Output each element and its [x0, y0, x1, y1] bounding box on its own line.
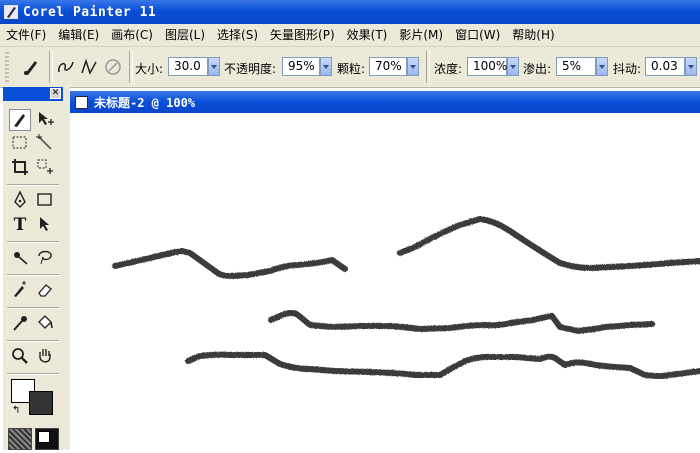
menu-help[interactable]: 帮助(H) [506, 25, 560, 45]
jitter-field[interactable]: 0.03 [645, 57, 685, 76]
freehand-stroke-icon[interactable] [55, 56, 77, 78]
jitter-dropdown[interactable] [685, 57, 697, 76]
opacity-field[interactable]: 95% [282, 57, 320, 76]
size-label: 大小: [135, 62, 164, 76]
jitter-label: 抖动: [613, 62, 642, 76]
menu-shapes[interactable]: 矢量图形(P) [264, 25, 341, 45]
property-bar: 大小: 30.0 不透明度: 95% 颗粒: 70% 浓度: 100% 渗出: … [0, 47, 700, 88]
move-icon[interactable] [34, 109, 56, 131]
menu-select[interactable]: 选择(S) [211, 25, 264, 45]
grabber-hand-icon[interactable] [34, 346, 56, 368]
transform-icon[interactable] [34, 157, 56, 179]
bleed-label: 渗出: [523, 62, 552, 76]
stroke-line-1 [112, 248, 348, 279]
stroke-line-2 [397, 216, 700, 271]
size-dropdown[interactable] [208, 57, 220, 76]
title-bar: Corel Painter 11 [0, 0, 700, 24]
stroke-line-4 [185, 351, 700, 379]
magic-wand-icon[interactable] [34, 133, 56, 155]
brush-icon[interactable] [20, 56, 42, 78]
menu-effects[interactable]: 效果(T) [341, 25, 394, 45]
rectangle-icon[interactable] [34, 190, 56, 212]
stroke-line-3 [268, 310, 655, 334]
magnifier-icon[interactable] [9, 346, 31, 368]
straight-line-stroke-icon[interactable] [78, 56, 100, 78]
toolbox-panel: ✕ T ↰ [3, 87, 64, 450]
menu-edit[interactable]: 编辑(E) [52, 25, 105, 45]
concentration-field[interactable]: 100% [467, 57, 507, 76]
opacity-dropdown[interactable] [320, 57, 332, 76]
grain-field[interactable]: 70% [369, 57, 407, 76]
document-icon [75, 95, 88, 109]
paint-bucket-icon[interactable] [34, 313, 56, 335]
menu-movie[interactable]: 影片(M) [393, 25, 449, 45]
cloner-icon[interactable] [9, 280, 31, 302]
dropper-line-icon[interactable] [9, 247, 31, 269]
brush-icon[interactable] [9, 109, 31, 131]
brush-icon [4, 5, 18, 19]
swap-colors-icon[interactable]: ↰ [12, 405, 20, 416]
grain-label: 颗粒: [337, 62, 366, 76]
eraser-icon[interactable] [34, 280, 56, 302]
paper-texture-icon[interactable] [8, 428, 32, 450]
eyedropper-icon[interactable] [9, 313, 31, 335]
brush-strokes [112, 216, 700, 379]
text-icon[interactable]: T [9, 214, 31, 236]
selection-adjust-icon[interactable] [34, 214, 56, 236]
grain-dropdown[interactable] [407, 57, 419, 76]
toolbar-grip[interactable] [5, 52, 9, 82]
menu-layers[interactable]: 图层(L) [159, 25, 211, 45]
opacity-label: 不透明度: [224, 62, 277, 76]
crop-icon[interactable] [9, 157, 31, 179]
pen-icon[interactable] [9, 190, 31, 212]
toolbox-header[interactable]: ✕ [3, 87, 63, 101]
bleed-field[interactable]: 5% [556, 57, 596, 76]
pattern-icon[interactable] [35, 428, 59, 450]
reset-tool-icon[interactable] [102, 56, 124, 78]
bleed-dropdown[interactable] [596, 57, 608, 76]
menu-window[interactable]: 窗口(W) [449, 25, 506, 45]
concentration-dropdown[interactable] [507, 57, 519, 76]
menu-canvas[interactable]: 画布(C) [105, 25, 159, 45]
size-field[interactable]: 30.0 [168, 57, 208, 76]
secondary-color-swatch[interactable] [29, 391, 53, 415]
lasso-icon[interactable] [34, 247, 56, 269]
close-icon[interactable]: ✕ [50, 88, 61, 99]
document-title-bar[interactable]: 未标题-2 @ 100% [70, 91, 700, 113]
concentration-label: 浓度: [434, 62, 463, 76]
menu-bar: 文件(F) 编辑(E) 画布(C) 图层(L) 选择(S) 矢量图形(P) 效果… [0, 24, 700, 47]
window-title: Corel Painter 11 [23, 4, 157, 20]
drawing-canvas[interactable] [70, 113, 700, 450]
rect-select-icon[interactable] [9, 133, 31, 155]
menu-file[interactable]: 文件(F) [0, 25, 52, 45]
document-title: 未标题-2 @ 100% [94, 95, 196, 110]
